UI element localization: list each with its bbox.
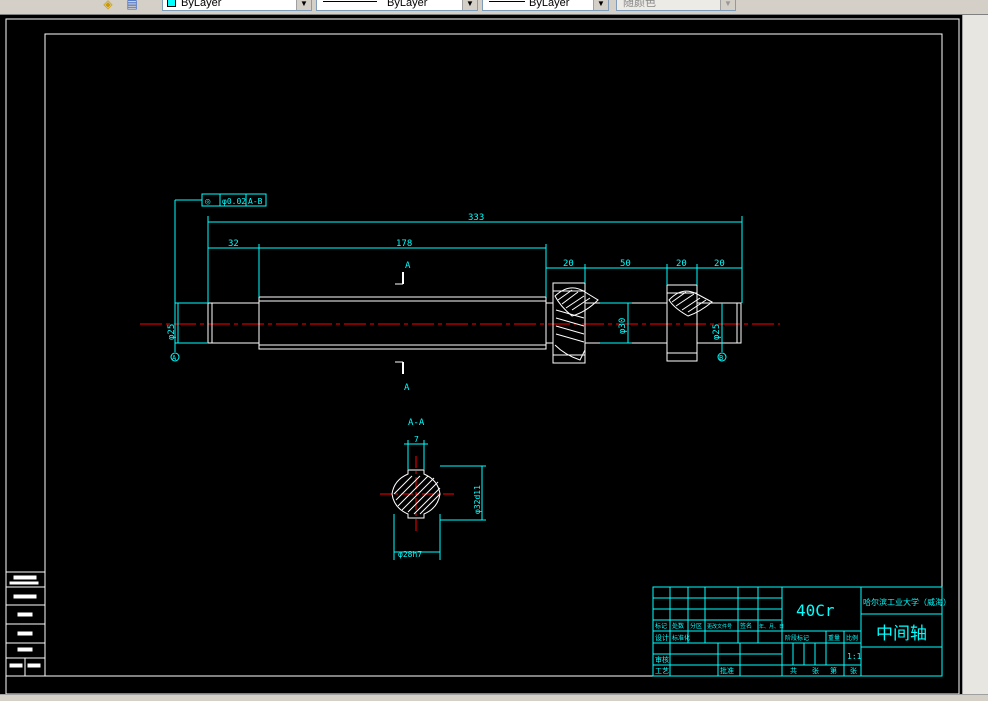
sign-row-approve: 批准 <box>720 666 734 675</box>
section-label-bottom: A <box>404 383 410 393</box>
tolerance-datum: A-B <box>248 197 263 206</box>
dim-spline-major: φ32d11 <box>473 485 482 514</box>
outer-frame <box>5 18 960 695</box>
drawing-canvas[interactable]: 333 32 178 20 50 20 20 φ25 φ30 φ25 A B ◎… <box>0 15 962 695</box>
lineweight-sample <box>489 1 525 2</box>
stage-header-mark: 阶段标记 <box>785 634 809 642</box>
gear-section-right <box>668 290 713 317</box>
dim-gear-width: 20 <box>563 259 574 269</box>
datum-right-label: B <box>719 354 723 362</box>
stage-header-weight: 重量 <box>828 634 840 642</box>
dim-middle-length: 178 <box>396 239 412 249</box>
revision-header-mark: 标记 <box>655 622 667 630</box>
dim-dia-right: φ25 <box>712 324 722 340</box>
revision-header-count: 处数 <box>672 622 684 630</box>
material-text: 40Cr <box>796 601 835 620</box>
dim-overall-length: 333 <box>468 213 484 223</box>
sign-row-standard: 标准化 <box>672 634 690 642</box>
sheet-no-label: 第 <box>830 666 837 675</box>
chevron-down-icon[interactable]: ▼ <box>593 0 608 10</box>
lineweight-control-value: ByLayer <box>529 0 570 9</box>
sheet-total-unit: 张 <box>812 666 819 675</box>
tolerance-value: φ0.02 <box>222 197 246 206</box>
inner-frame <box>44 33 943 677</box>
revision-header-date: 年、月、日 <box>759 623 784 630</box>
sign-row-design: 设计 <box>655 633 669 642</box>
color-control[interactable]: ByLayer ▼ <box>162 0 312 11</box>
scale-text: 1:1 <box>847 652 862 661</box>
sign-row-review: 审核 <box>655 655 669 664</box>
lineweight-control[interactable]: ByLayer ▼ <box>482 0 609 11</box>
sheet-no-unit: 张 <box>850 666 857 675</box>
section-label-top: A <box>405 261 411 271</box>
dimension-texts: 333 32 178 20 50 20 20 φ25 φ30 φ25 A B <box>167 213 725 362</box>
sheet-total-label: 共 <box>790 666 797 675</box>
dim-bearing-b: 20 <box>714 259 725 269</box>
color-control-value: ByLayer <box>181 0 222 9</box>
part-name-text: 中间轴 <box>876 624 927 644</box>
dim-keyway-width: 7 <box>414 435 419 444</box>
linetype-control[interactable]: ByLayer ▼ <box>316 0 478 11</box>
layer-states-icon[interactable]: ◈ <box>100 0 116 11</box>
plotstyle-control-value: 随颜色 <box>623 0 656 9</box>
dim-gap: 50 <box>620 259 631 269</box>
revision-header-docno: 更改文件号 <box>707 623 732 630</box>
spline-section-view: 7 φ32d11 φ28h7 <box>380 435 486 560</box>
revision-header-sign: 签名 <box>740 622 752 630</box>
dim-dia-left: φ25 <box>167 324 177 340</box>
shaft-outline <box>207 282 742 364</box>
section-title: A-A <box>408 418 425 428</box>
linetype-sample <box>323 1 377 2</box>
horizontal-scrollbar[interactable] <box>0 694 988 701</box>
revision-header-zone: 分区 <box>690 622 702 630</box>
side-label-block <box>5 571 46 677</box>
tolerance-symbol: ◎ <box>205 197 211 207</box>
sign-row-process: 工艺 <box>655 667 669 675</box>
plotstyle-control[interactable]: 随颜色 ▼ <box>616 0 736 11</box>
chevron-down-icon: ▼ <box>720 0 735 10</box>
school-text: 哈尔滨工业大学（威海） <box>863 597 951 607</box>
dim-left-step: 32 <box>228 239 239 249</box>
chevron-down-icon[interactable]: ▼ <box>462 0 477 10</box>
color-swatch <box>167 0 176 7</box>
properties-toolbar: ◈ ▤ ByLayer ▼ ByLayer ▼ ByLayer ▼ 随颜色 ▼ <box>0 0 988 15</box>
vertical-scrollbar[interactable] <box>962 15 988 694</box>
drawing-svg: 333 32 178 20 50 20 20 φ25 φ30 φ25 A B ◎… <box>5 18 960 695</box>
dim-spline-minor: φ28h7 <box>398 550 422 559</box>
dimension-lines <box>170 199 743 362</box>
layer-previous-icon[interactable]: ▤ <box>124 0 140 11</box>
dim-bearing-a: 20 <box>676 259 687 269</box>
dim-dia-gear: φ30 <box>618 318 628 334</box>
linetype-control-value: ByLayer <box>387 0 428 9</box>
chevron-down-icon[interactable]: ▼ <box>296 0 311 10</box>
runout-tolerance-frame: ◎ φ0.02 A-B <box>201 193 267 207</box>
stage-header-scale: 比例 <box>846 634 858 642</box>
